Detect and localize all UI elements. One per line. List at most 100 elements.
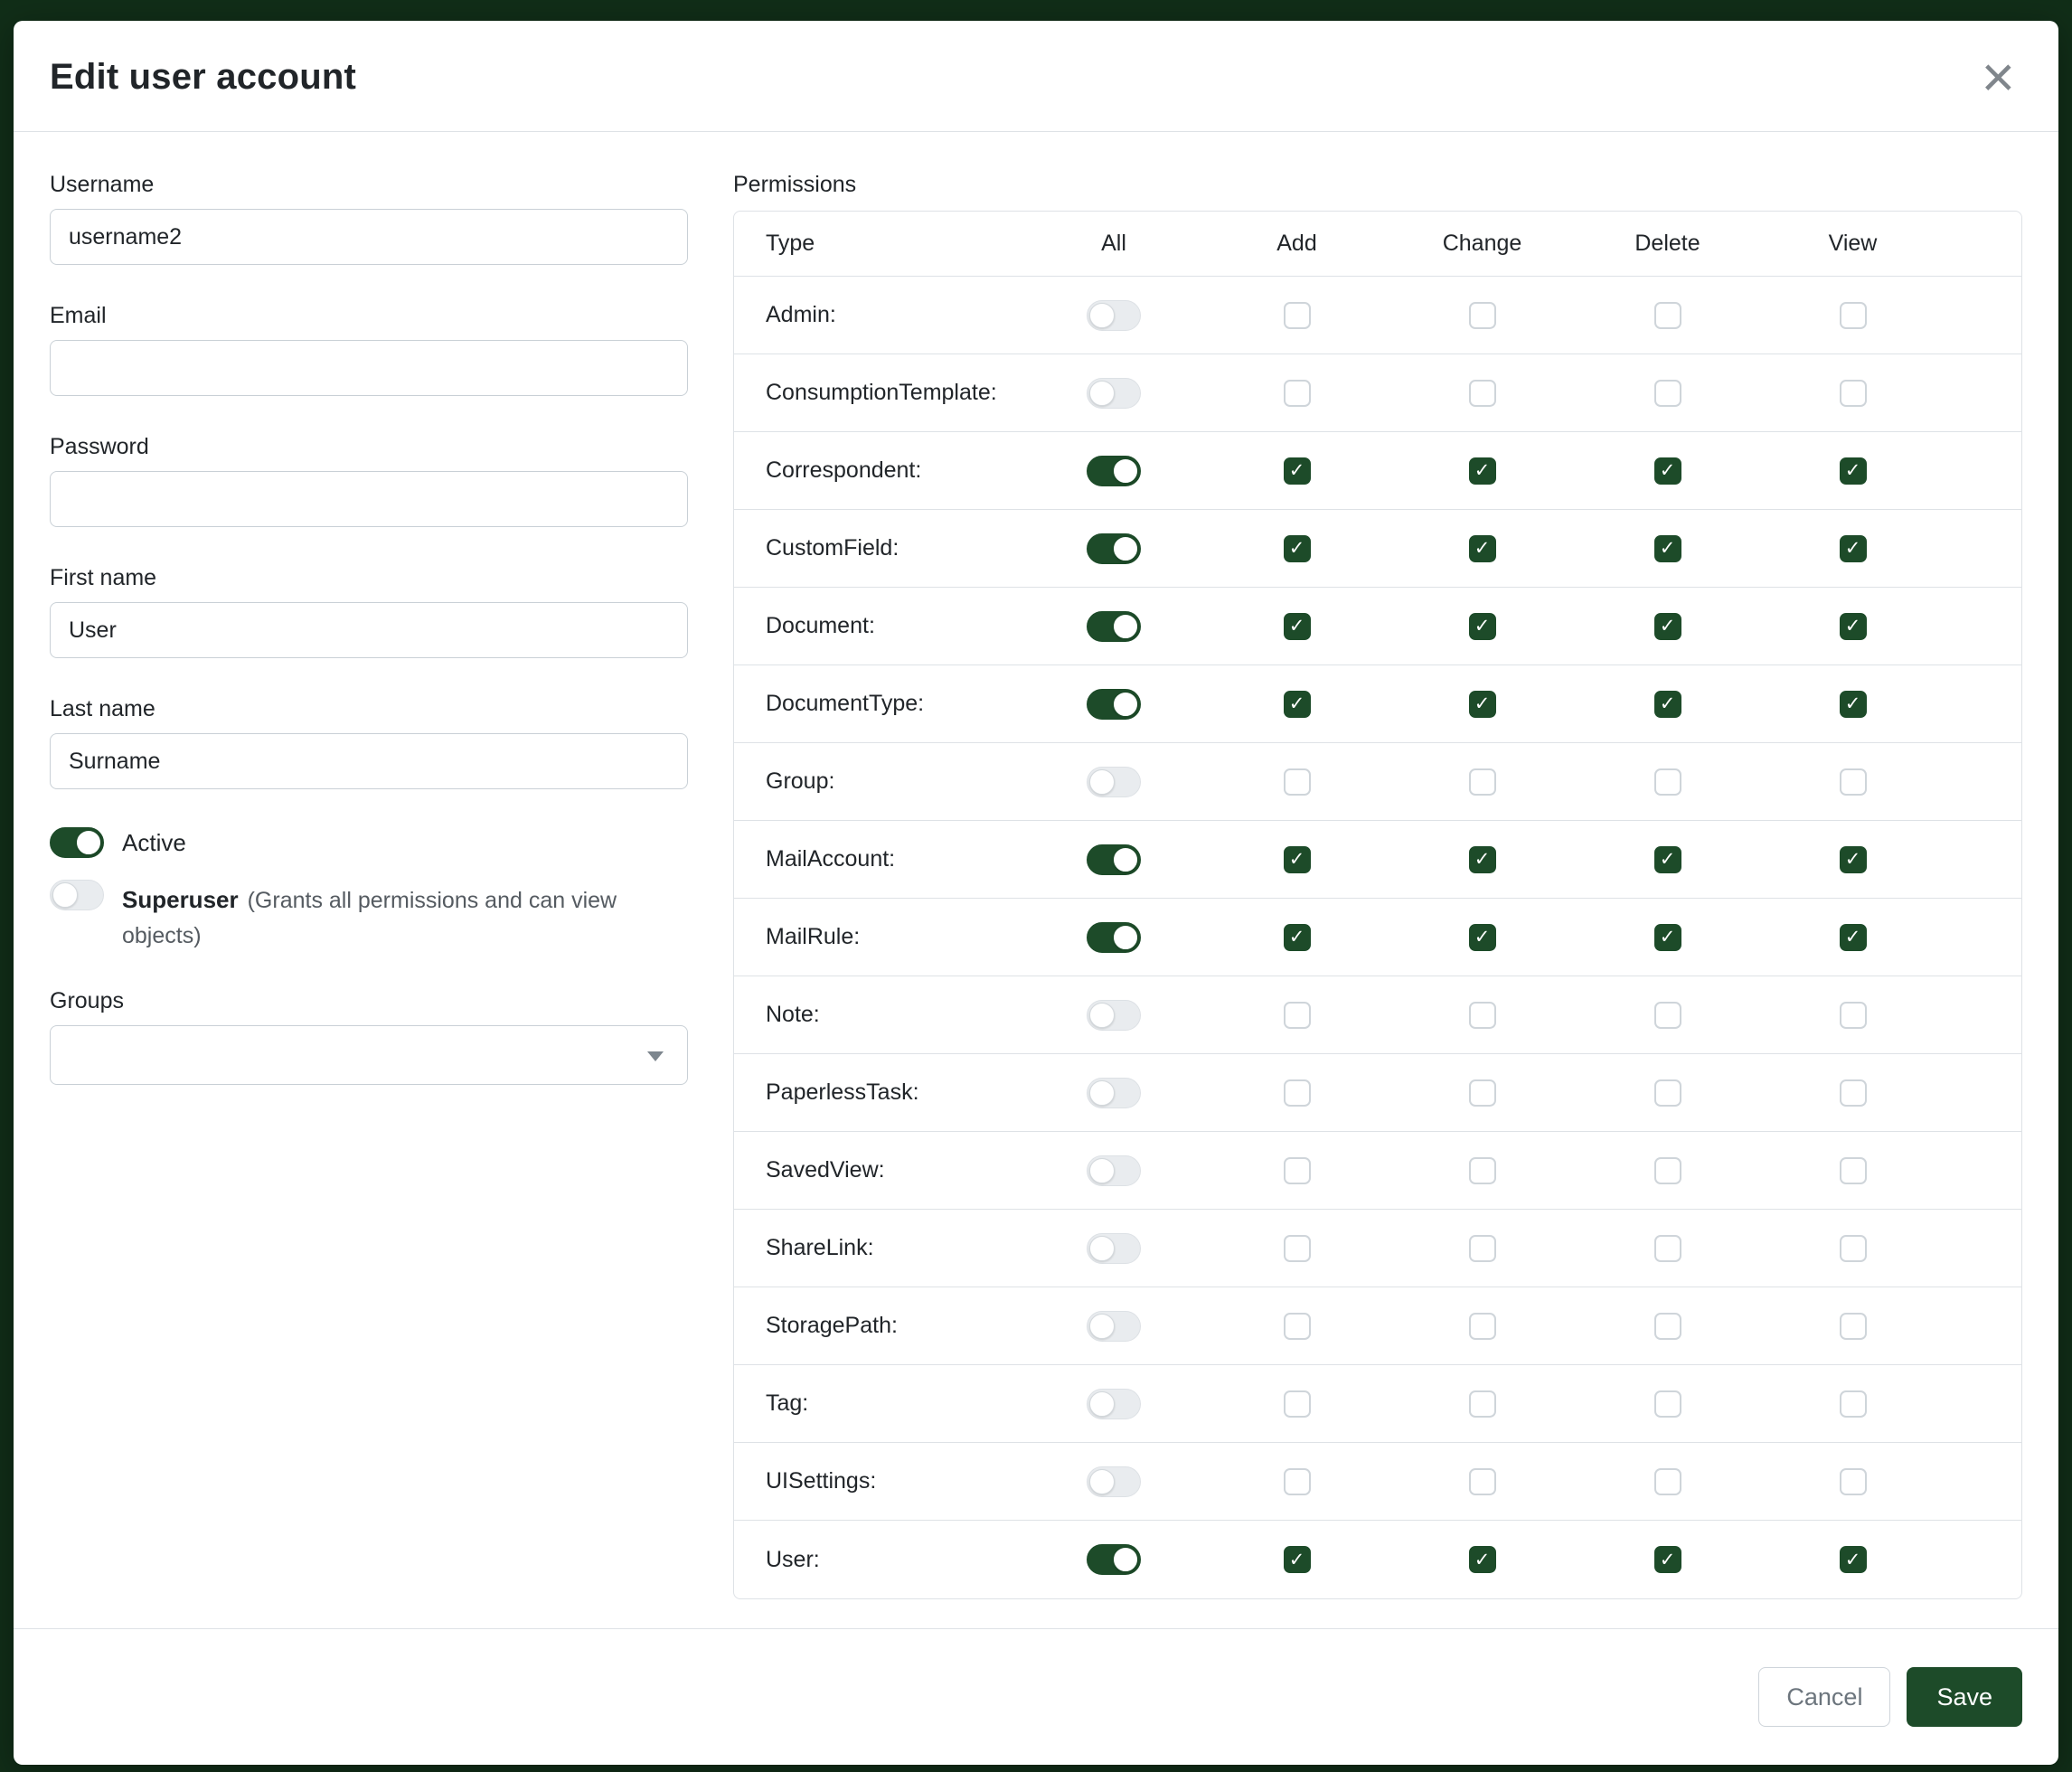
permission-change-checkbox[interactable] xyxy=(1469,1390,1496,1418)
save-button[interactable]: Save xyxy=(1907,1667,2022,1727)
superuser-toggle[interactable] xyxy=(50,880,104,910)
permission-delete-checkbox[interactable] xyxy=(1654,613,1681,640)
permission-view-checkbox[interactable] xyxy=(1840,1002,1867,1029)
permission-all-toggle[interactable] xyxy=(1087,1466,1141,1497)
permission-view-checkbox[interactable] xyxy=(1840,1468,1867,1495)
active-toggle[interactable] xyxy=(50,827,104,858)
permission-delete-checkbox[interactable] xyxy=(1654,1313,1681,1340)
permission-view-checkbox[interactable] xyxy=(1840,1235,1867,1262)
permission-all-toggle[interactable] xyxy=(1087,689,1141,720)
permission-all-toggle[interactable] xyxy=(1087,300,1141,331)
permission-change-checkbox[interactable] xyxy=(1469,380,1496,407)
permission-change-checkbox[interactable] xyxy=(1469,302,1496,329)
permission-delete-checkbox[interactable] xyxy=(1654,535,1681,562)
permission-add-checkbox[interactable] xyxy=(1284,691,1311,718)
permission-change-checkbox[interactable] xyxy=(1469,846,1496,873)
close-button[interactable]: × xyxy=(1976,48,2020,106)
permission-add-checkbox[interactable] xyxy=(1284,535,1311,562)
permission-view-checkbox[interactable] xyxy=(1840,1157,1867,1184)
permission-all-toggle[interactable] xyxy=(1087,1311,1141,1342)
permission-change-checkbox[interactable] xyxy=(1469,535,1496,562)
permission-view-checkbox[interactable] xyxy=(1840,846,1867,873)
permission-add-checkbox[interactable] xyxy=(1284,1079,1311,1107)
last-name-input[interactable] xyxy=(50,733,688,789)
permission-all-toggle[interactable] xyxy=(1087,611,1141,642)
permission-delete-checkbox[interactable] xyxy=(1654,768,1681,796)
permission-delete-checkbox[interactable] xyxy=(1654,380,1681,407)
permission-add-checkbox[interactable] xyxy=(1284,1235,1311,1262)
permission-view-checkbox[interactable] xyxy=(1840,302,1867,329)
permission-view-checkbox[interactable] xyxy=(1840,457,1867,485)
permission-view-checkbox[interactable] xyxy=(1840,1390,1867,1418)
permission-view-checkbox[interactable] xyxy=(1840,924,1867,951)
permission-add-checkbox[interactable] xyxy=(1284,924,1311,951)
permission-delete-checkbox[interactable] xyxy=(1654,1390,1681,1418)
permission-change-checkbox[interactable] xyxy=(1469,1079,1496,1107)
permission-add-checkbox[interactable] xyxy=(1284,1468,1311,1495)
permission-delete-checkbox[interactable] xyxy=(1654,1468,1681,1495)
permission-add-checkbox[interactable] xyxy=(1284,768,1311,796)
permission-delete-checkbox[interactable] xyxy=(1654,846,1681,873)
permission-view-checkbox[interactable] xyxy=(1840,1546,1867,1573)
permission-all-toggle[interactable] xyxy=(1087,378,1141,409)
cancel-button[interactable]: Cancel xyxy=(1758,1667,1890,1727)
permission-view-checkbox[interactable] xyxy=(1840,691,1867,718)
permission-add-cell xyxy=(1204,924,1389,951)
permission-all-toggle[interactable] xyxy=(1087,1389,1141,1419)
permission-view-checkbox[interactable] xyxy=(1840,1313,1867,1340)
permission-delete-checkbox[interactable] xyxy=(1654,924,1681,951)
permission-change-cell xyxy=(1389,380,1575,407)
permission-delete-checkbox[interactable] xyxy=(1654,1157,1681,1184)
permission-change-cell xyxy=(1389,1235,1575,1262)
permission-change-checkbox[interactable] xyxy=(1469,457,1496,485)
permission-change-checkbox[interactable] xyxy=(1469,1002,1496,1029)
permission-view-checkbox[interactable] xyxy=(1840,380,1867,407)
permission-change-checkbox[interactable] xyxy=(1469,768,1496,796)
permission-change-checkbox[interactable] xyxy=(1469,1235,1496,1262)
permission-change-checkbox[interactable] xyxy=(1469,1468,1496,1495)
toggle-knob xyxy=(1089,303,1115,328)
permission-all-toggle[interactable] xyxy=(1087,533,1141,564)
permission-view-checkbox[interactable] xyxy=(1840,768,1867,796)
permission-all-toggle[interactable] xyxy=(1087,1233,1141,1264)
permission-add-checkbox[interactable] xyxy=(1284,380,1311,407)
permission-all-toggle[interactable] xyxy=(1087,456,1141,486)
permission-add-checkbox[interactable] xyxy=(1284,1002,1311,1029)
permission-add-checkbox[interactable] xyxy=(1284,457,1311,485)
permission-all-toggle[interactable] xyxy=(1087,1544,1141,1575)
username-input[interactable] xyxy=(50,209,688,265)
permission-change-checkbox[interactable] xyxy=(1469,691,1496,718)
permission-add-checkbox[interactable] xyxy=(1284,613,1311,640)
password-input[interactable] xyxy=(50,471,688,527)
permission-change-checkbox[interactable] xyxy=(1469,1157,1496,1184)
permission-add-checkbox[interactable] xyxy=(1284,1546,1311,1573)
first-name-input[interactable] xyxy=(50,602,688,658)
permission-view-checkbox[interactable] xyxy=(1840,1079,1867,1107)
permission-change-checkbox[interactable] xyxy=(1469,613,1496,640)
permission-add-checkbox[interactable] xyxy=(1284,846,1311,873)
permission-change-checkbox[interactable] xyxy=(1469,1313,1496,1340)
permission-add-checkbox[interactable] xyxy=(1284,1390,1311,1418)
permission-delete-checkbox[interactable] xyxy=(1654,691,1681,718)
permission-view-checkbox[interactable] xyxy=(1840,613,1867,640)
permission-view-checkbox[interactable] xyxy=(1840,535,1867,562)
permission-add-checkbox[interactable] xyxy=(1284,1313,1311,1340)
permission-all-toggle[interactable] xyxy=(1087,767,1141,797)
permission-delete-checkbox[interactable] xyxy=(1654,302,1681,329)
email-input[interactable] xyxy=(50,340,688,396)
permission-delete-checkbox[interactable] xyxy=(1654,1235,1681,1262)
permission-delete-checkbox[interactable] xyxy=(1654,1002,1681,1029)
permission-add-checkbox[interactable] xyxy=(1284,302,1311,329)
groups-select[interactable] xyxy=(50,1025,688,1085)
permission-delete-checkbox[interactable] xyxy=(1654,457,1681,485)
permission-delete-checkbox[interactable] xyxy=(1654,1546,1681,1573)
permission-all-toggle[interactable] xyxy=(1087,922,1141,953)
permission-add-checkbox[interactable] xyxy=(1284,1157,1311,1184)
permission-all-toggle[interactable] xyxy=(1087,1000,1141,1031)
permission-all-toggle[interactable] xyxy=(1087,1155,1141,1186)
permission-all-toggle[interactable] xyxy=(1087,844,1141,875)
permission-delete-checkbox[interactable] xyxy=(1654,1079,1681,1107)
permission-change-checkbox[interactable] xyxy=(1469,924,1496,951)
permission-change-checkbox[interactable] xyxy=(1469,1546,1496,1573)
permission-all-toggle[interactable] xyxy=(1087,1078,1141,1108)
